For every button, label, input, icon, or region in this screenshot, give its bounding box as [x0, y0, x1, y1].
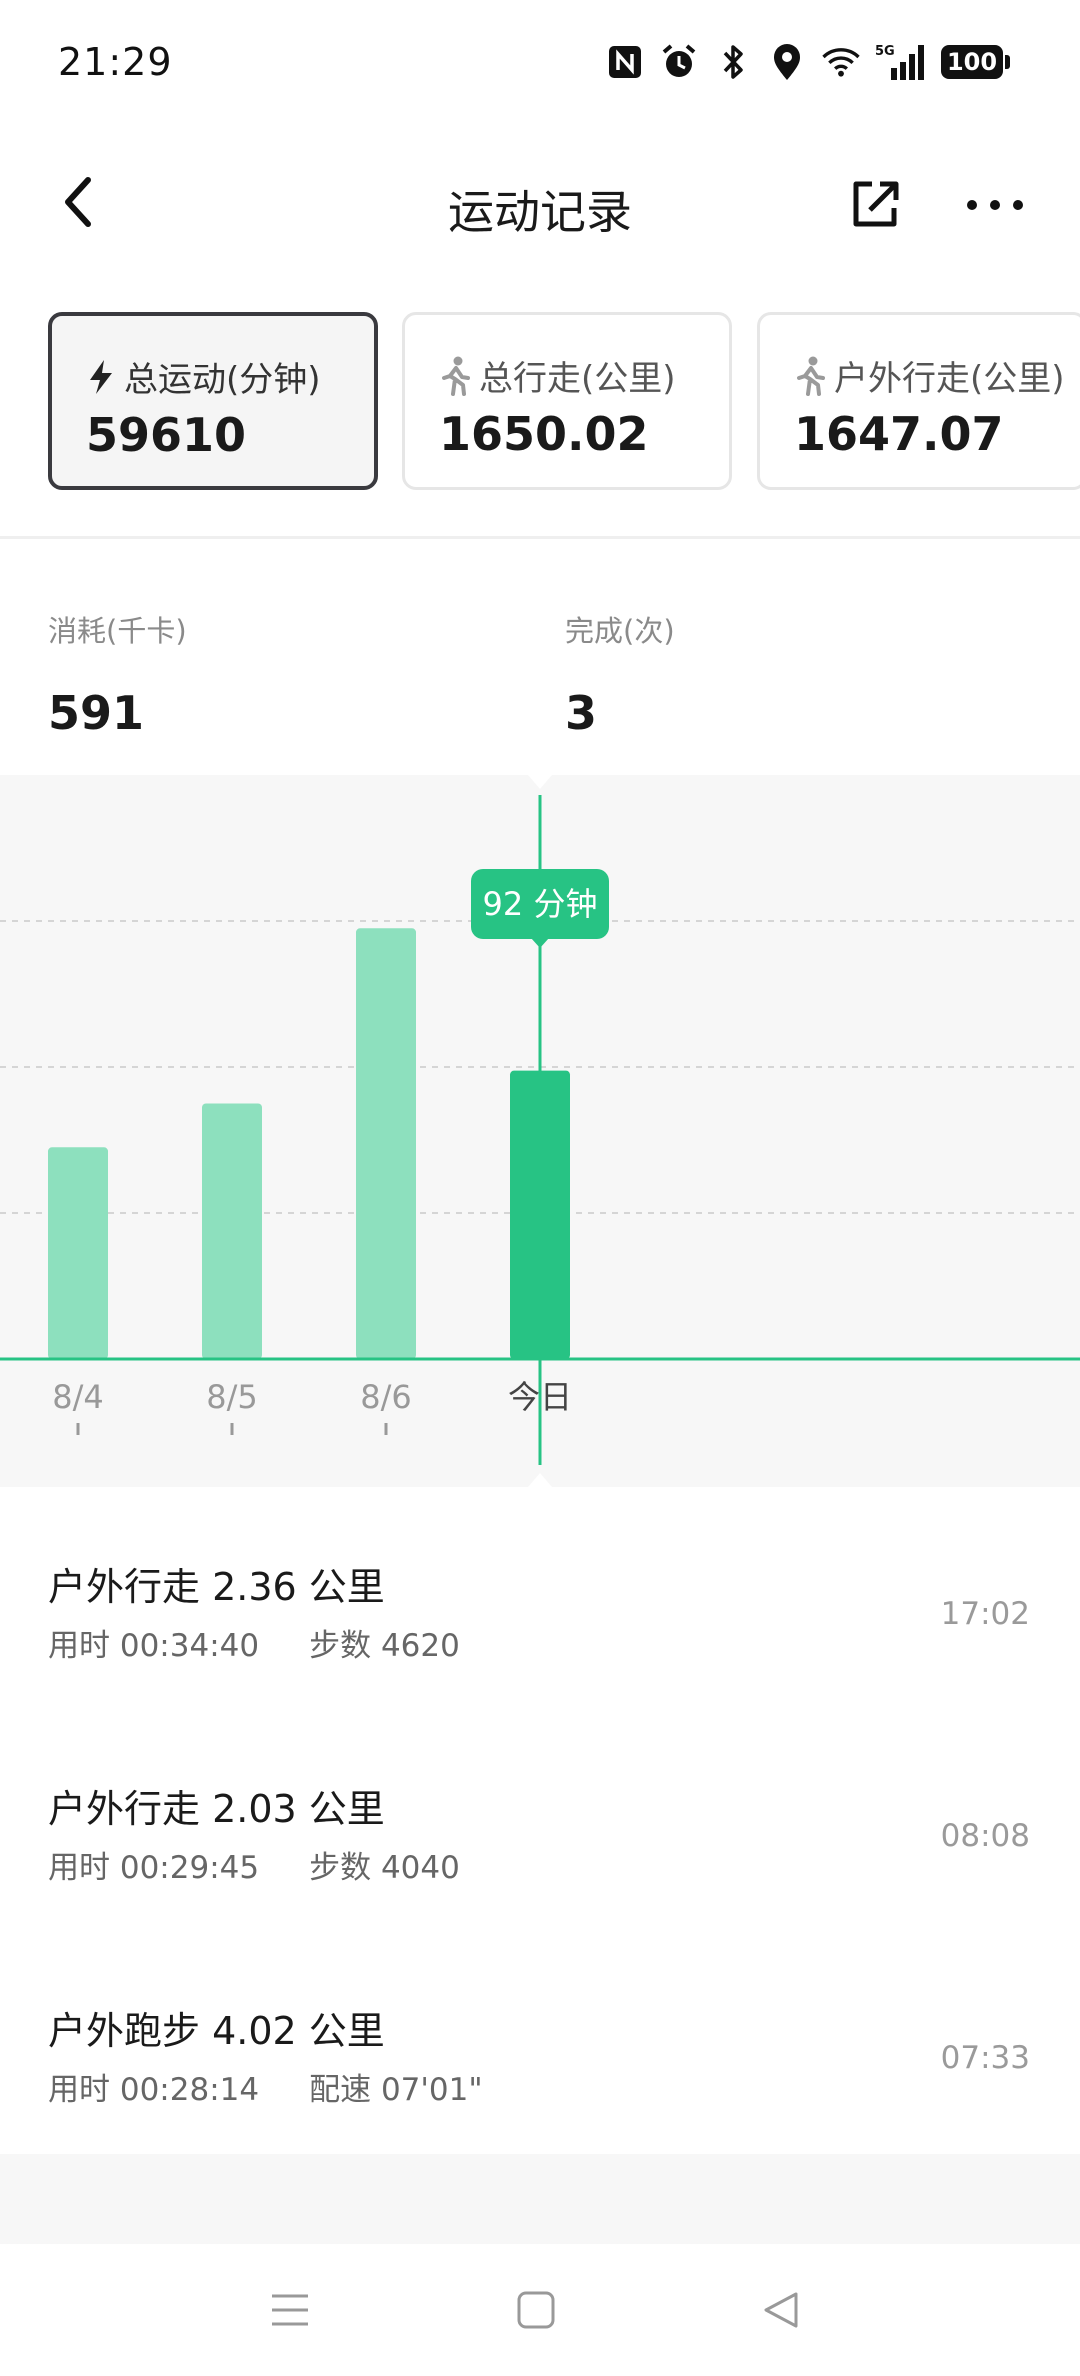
status-icons: 5G 100	[605, 42, 1010, 82]
home-icon	[517, 2291, 555, 2329]
record-extra: 配速 07'01"	[309, 2072, 483, 2108]
record-duration: 用时 00:28:14	[48, 2072, 260, 2108]
location-icon	[767, 42, 807, 82]
chart-bottom-notch	[528, 1473, 552, 1487]
tab-value: 1650.02	[439, 407, 649, 461]
chart-top-notch	[528, 775, 552, 789]
record-extra: 步数 4620	[309, 1628, 460, 1664]
tab-total-walk[interactable]: 总行走(公里) 1650.02	[402, 312, 732, 490]
nfc-icon	[605, 42, 645, 82]
nav-back-button[interactable]	[752, 2282, 812, 2338]
page-title: 运动记录	[448, 185, 632, 239]
lightning-icon	[90, 359, 112, 394]
menu-icon	[272, 2294, 308, 2326]
chart-tooltip-label: 92 分钟	[483, 885, 598, 923]
chart-tick-label: 8/4	[52, 1378, 104, 1416]
record-title: 户外行走 2.36 公里	[48, 1565, 385, 1609]
record-time: 17:02	[940, 1596, 1030, 1632]
divider	[0, 536, 1080, 539]
chart-bar	[48, 1147, 108, 1359]
share-button[interactable]	[842, 172, 908, 238]
record-title: 户外跑步 4.02 公里	[48, 2009, 385, 2053]
tab-value: 59610	[86, 408, 247, 462]
tab-label: 户外行走(公里)	[834, 359, 1065, 399]
share-icon	[853, 181, 899, 227]
record-title: 户外行走 2.03 公里	[48, 1787, 385, 1831]
more-icon	[967, 200, 1023, 210]
wifi-icon	[821, 42, 861, 82]
record-duration: 用时 00:29:45	[48, 1850, 260, 1886]
battery-icon: 100	[941, 45, 1010, 79]
tab-label: 总运动(分钟)	[124, 360, 321, 400]
signal-label: 5G	[875, 44, 895, 59]
system-nav-bar	[0, 2244, 1080, 2376]
record-extra: 步数 4040	[309, 1850, 460, 1886]
bluetooth-icon	[713, 42, 753, 82]
exercise-bar-chart[interactable]: 8/4 8/5 8/6 今日 92 分钟	[0, 775, 1080, 1487]
stat-value: 3	[565, 686, 598, 740]
more-button[interactable]	[960, 172, 1030, 238]
chart-tooltip-pointer	[531, 938, 549, 948]
walk-icon	[442, 356, 470, 396]
list-item[interactable]: 户外行走 2.36 公里 用时 00:34:40 步数 4620 17:02	[0, 1556, 1080, 1776]
tab-value: 1647.07	[794, 407, 1004, 461]
chart-tick-label: 8/5	[206, 1378, 258, 1416]
list-footer	[0, 2154, 1080, 2244]
record-duration: 用时 00:34:40	[48, 1628, 260, 1664]
tab-label: 总行走(公里)	[479, 359, 676, 399]
chart-canvas: 8/4 8/5 8/6 今日 92 分钟	[0, 775, 1080, 1487]
status-bar: 21:29 5G 100	[0, 0, 1080, 130]
back-triangle-icon	[764, 2292, 798, 2328]
stat-completed: 完成(次) 3	[565, 608, 675, 740]
signal-5g-icon: 5G	[875, 42, 927, 82]
header: 运动记录	[0, 150, 1080, 260]
nav-menu-button[interactable]	[260, 2282, 320, 2338]
stat-label: 完成(次)	[565, 614, 675, 648]
chart-bar	[356, 928, 416, 1359]
stat-value: 591	[48, 686, 145, 740]
chart-tick-label: 今日	[508, 1378, 572, 1416]
battery-level: 100	[941, 45, 1003, 79]
metric-tabs: 总运动(分钟) 59610 总行走(公里) 1650.02 户外行走(公里) 1…	[0, 312, 1080, 492]
nav-home-button[interactable]	[506, 2282, 566, 2338]
stat-label: 消耗(千卡)	[48, 614, 187, 648]
stat-calories: 消耗(千卡) 591	[48, 608, 187, 740]
chart-bar	[510, 1070, 570, 1359]
list-item[interactable]: 户外行走 2.03 公里 用时 00:29:45 步数 4040 08:08	[0, 1778, 1080, 1998]
record-time: 07:33	[940, 2040, 1030, 2076]
status-time: 21:29	[58, 40, 173, 84]
tab-outdoor-walk[interactable]: 户外行走(公里) 1647.07	[757, 312, 1080, 490]
record-time: 08:08	[940, 1818, 1030, 1854]
alarm-icon	[659, 42, 699, 82]
tab-total-exercise[interactable]: 总运动(分钟) 59610	[48, 312, 378, 490]
chart-tick-label: 8/6	[360, 1378, 412, 1416]
chart-bar	[202, 1103, 262, 1359]
walk-icon	[797, 356, 825, 396]
